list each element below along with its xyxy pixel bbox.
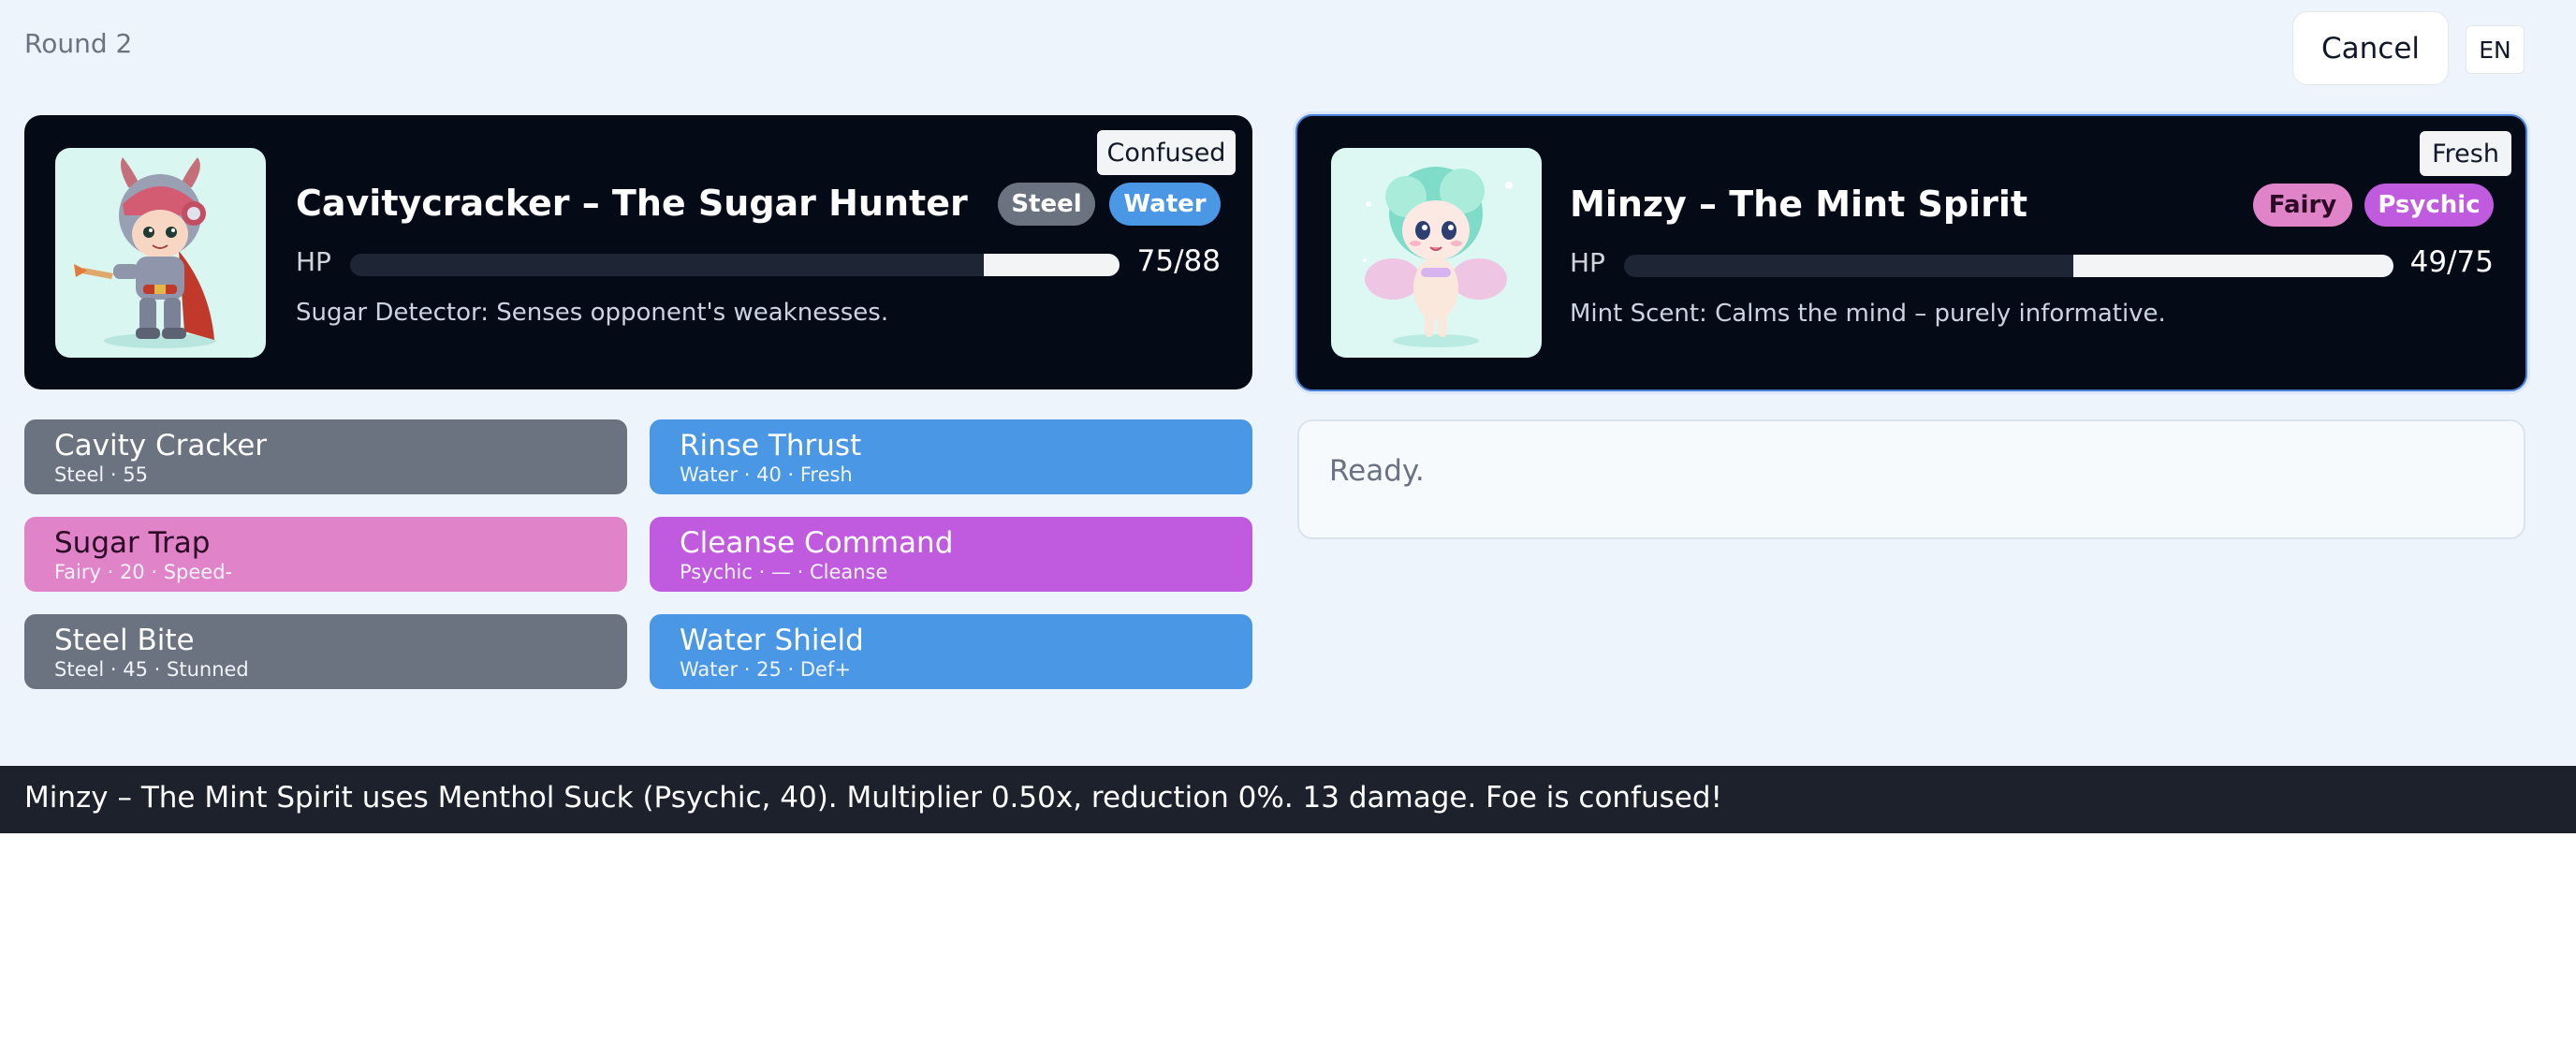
move-button-sugar-trap[interactable]: Sugar Trap Fairy · 20 · Speed- bbox=[24, 517, 627, 592]
move-meta: Water · 40 · Fresh bbox=[680, 463, 853, 486]
player-ability-text: Sugar Detector: Senses opponent's weakne… bbox=[296, 299, 889, 327]
player-hp-label: HP bbox=[296, 246, 331, 277]
move-meta: Steel · 45 · Stunned bbox=[54, 658, 249, 681]
battle-area: Round 2 Cancel EN Confused Cavitycracker… bbox=[0, 0, 2576, 766]
move-button-cavity-cracker[interactable]: Cavity Cracker Steel · 55 bbox=[24, 419, 627, 494]
opponent-type-badge-fairy: Fairy bbox=[2253, 184, 2352, 227]
opponent-monster-name: Minzy – The Mint Spirit bbox=[1570, 184, 2028, 225]
move-button-steel-bite[interactable]: Steel Bite Steel · 45 · Stunned bbox=[24, 614, 627, 689]
move-meta: Psychic · — · Cleanse bbox=[680, 561, 888, 583]
move-name: Sugar Trap bbox=[54, 526, 211, 560]
move-meta: Water · 25 · Def+ bbox=[680, 658, 851, 681]
player-status-badge: Confused bbox=[1097, 130, 1236, 175]
move-button-water-shield[interactable]: Water Shield Water · 25 · Def+ bbox=[650, 614, 1252, 689]
language-button[interactable]: EN bbox=[2466, 25, 2525, 74]
player-monster-name: Cavitycracker – The Sugar Hunter bbox=[296, 183, 968, 224]
player-type-badge-water: Water bbox=[1109, 183, 1221, 226]
cancel-button[interactable]: Cancel bbox=[2292, 11, 2449, 85]
opponent-monster-portrait bbox=[1331, 148, 1542, 358]
move-button-cleanse-command[interactable]: Cleanse Command Psychic · — · Cleanse bbox=[650, 517, 1252, 592]
player-monster-portrait bbox=[55, 148, 266, 358]
player-hp-fill bbox=[983, 254, 1120, 276]
opponent-hp-fill bbox=[2073, 255, 2393, 277]
move-name: Water Shield bbox=[680, 624, 864, 657]
move-name: Cleanse Command bbox=[680, 526, 954, 560]
battle-status-text: Ready. bbox=[1329, 454, 1425, 488]
move-name: Rinse Thrust bbox=[680, 429, 862, 463]
move-name: Steel Bite bbox=[54, 624, 195, 657]
battle-log-bar: Minzy – The Mint Spirit uses Menthol Suc… bbox=[0, 766, 2576, 833]
knight-monster-icon bbox=[74, 157, 216, 348]
move-name: Cavity Cracker bbox=[54, 429, 268, 463]
opponent-hp-bar bbox=[1624, 255, 2393, 277]
round-label: Round 2 bbox=[24, 28, 133, 59]
opponent-type-badge-psychic: Psychic bbox=[2364, 184, 2494, 227]
opponent-ability-text: Mint Scent: Calms the mind – purely info… bbox=[1570, 300, 2166, 328]
opponent-hp-label: HP bbox=[1570, 247, 1605, 278]
player-monster-card: Confused Cavitycracker – The Sugar Hunte… bbox=[24, 115, 1252, 389]
player-hp-bar bbox=[350, 254, 1120, 276]
opponent-hp-value: 49/75 bbox=[2409, 245, 2494, 279]
move-meta: Steel · 55 bbox=[54, 463, 148, 486]
opponent-status-badge: Fresh bbox=[2420, 131, 2511, 176]
mint-spirit-icon bbox=[1363, 167, 1513, 347]
battle-log-text: Minzy – The Mint Spirit uses Menthol Suc… bbox=[24, 781, 1722, 815]
battle-status-panel: Ready. bbox=[1297, 419, 2525, 539]
opponent-monster-card: Fresh Minzy – The Mint Spirit Fairy Psyc… bbox=[1295, 114, 2527, 391]
player-type-badge-steel: Steel bbox=[998, 183, 1095, 226]
move-button-rinse-thrust[interactable]: Rinse Thrust Water · 40 · Fresh bbox=[650, 419, 1252, 494]
player-hp-value: 75/88 bbox=[1136, 244, 1221, 278]
move-meta: Fairy · 20 · Speed- bbox=[54, 561, 233, 583]
